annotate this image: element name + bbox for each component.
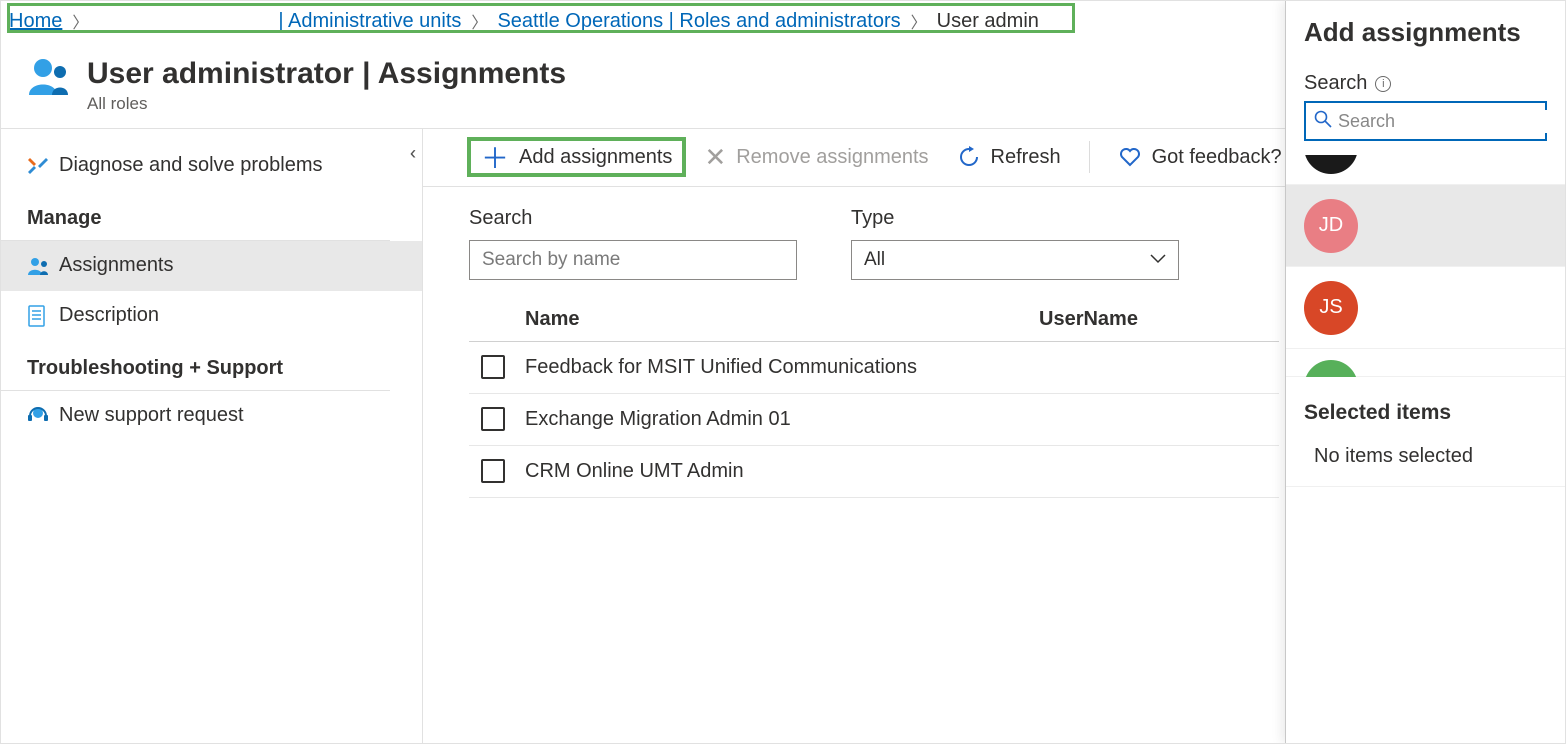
type-dropdown[interactable]: All: [851, 240, 1179, 280]
feedback-button[interactable]: Got feedback?: [1108, 137, 1292, 177]
page-subtitle: All roles: [87, 94, 566, 114]
toolbar-label: Remove assignments: [736, 146, 928, 169]
list-item[interactable]: [1286, 155, 1565, 185]
add-assignments-button[interactable]: ＋ Add assignments: [467, 137, 686, 177]
chevron-right-icon: 〉: [465, 9, 493, 33]
refresh-icon: [957, 145, 981, 169]
table-row[interactable]: Exchange Migration Admin 01: [469, 394, 1279, 446]
sidebar-item-support[interactable]: New support request: [1, 391, 422, 441]
avatar: JS: [1304, 281, 1358, 335]
breadcrumb-home[interactable]: Home: [5, 8, 66, 35]
table-row[interactable]: Feedback for MSIT Unified Communications: [469, 342, 1279, 394]
col-name-header[interactable]: Name: [525, 308, 1039, 331]
sidebar: ‹‹ Diagnose and solve problems Manage: [1, 129, 423, 744]
type-label: Type: [851, 207, 1179, 230]
search-icon: [1314, 110, 1332, 133]
col-username-header[interactable]: UserName: [1039, 308, 1279, 331]
heart-icon: [1118, 145, 1142, 169]
sidebar-heading-troubleshoot: Troubleshooting + Support: [1, 341, 390, 391]
panel-search-box[interactable]: [1304, 101, 1547, 141]
breadcrumb-seattle-roles[interactable]: Seattle Operations | Roles and administr…: [493, 8, 904, 35]
wrench-icon: [27, 155, 59, 177]
breadcrumb-admin-units[interactable]: | Administrative units: [274, 8, 465, 35]
row-name: CRM Online UMT Admin: [525, 460, 1039, 483]
row-name: Feedback for MSIT Unified Communications: [525, 356, 1039, 379]
row-checkbox[interactable]: [481, 407, 505, 431]
list-item[interactable]: [1286, 349, 1565, 377]
panel-search-label: Search i: [1286, 72, 1565, 101]
sidebar-item-description[interactable]: Description: [1, 291, 422, 341]
remove-assignments-button[interactable]: ✕ Remove assignments: [694, 137, 938, 177]
toolbar-separator: [1089, 141, 1090, 173]
plus-icon: ＋: [481, 137, 509, 177]
search-label: Search: [469, 207, 797, 230]
type-value: All: [864, 249, 885, 271]
selected-items-empty: No items selected: [1286, 441, 1565, 487]
document-icon: [27, 305, 59, 327]
list-item[interactable]: JD: [1286, 185, 1565, 267]
sidebar-item-label: New support request: [59, 404, 244, 427]
avatar: JD: [1304, 199, 1358, 253]
x-icon: ✕: [704, 142, 726, 173]
sidebar-item-assignments[interactable]: Assignments: [1, 241, 422, 291]
toolbar-label: Refresh: [991, 146, 1061, 169]
page-title: User administrator | Assignments: [87, 57, 566, 92]
toolbar-label: Got feedback?: [1152, 146, 1282, 169]
refresh-button[interactable]: Refresh: [947, 137, 1071, 177]
row-name: Exchange Migration Admin 01: [525, 408, 1039, 431]
breadcrumb-current: User admin: [933, 8, 1043, 35]
chevron-right-icon: 〉: [66, 9, 94, 33]
row-checkbox[interactable]: [481, 459, 505, 483]
users-icon: [27, 57, 73, 99]
headset-icon: [27, 405, 59, 427]
users-small-icon: [27, 256, 59, 276]
panel-search-input[interactable]: [1332, 110, 1566, 133]
avatar: [1304, 360, 1358, 378]
sidebar-item-label: Diagnose and solve problems: [59, 154, 323, 177]
list-item[interactable]: JS: [1286, 267, 1565, 349]
app-root: Home 〉 | Administrative units 〉 Seattle …: [0, 0, 1566, 744]
sidebar-item-label: Assignments: [59, 254, 174, 277]
sidebar-heading-manage: Manage: [1, 191, 390, 241]
table-row[interactable]: CRM Online UMT Admin: [469, 446, 1279, 498]
assignments-table: Name UserName Feedback for MSIT Unified …: [469, 300, 1279, 498]
search-input[interactable]: [469, 240, 797, 280]
table-header: Name UserName: [469, 300, 1279, 342]
info-icon[interactable]: i: [1375, 76, 1391, 92]
sidebar-item-label: Description: [59, 304, 159, 327]
chevron-right-icon: 〉: [905, 9, 933, 33]
candidate-list: JD JS: [1286, 155, 1565, 377]
panel-title: Add assignments: [1286, 17, 1565, 72]
row-checkbox[interactable]: [481, 355, 505, 379]
chevron-down-icon: [1150, 251, 1166, 269]
selected-items-heading: Selected items: [1286, 377, 1565, 441]
toolbar-label: Add assignments: [519, 146, 672, 169]
sidebar-item-diagnose[interactable]: Diagnose and solve problems: [1, 141, 422, 191]
add-assignments-panel: Add assignments Search i JD: [1285, 1, 1565, 743]
avatar: [1304, 155, 1358, 174]
